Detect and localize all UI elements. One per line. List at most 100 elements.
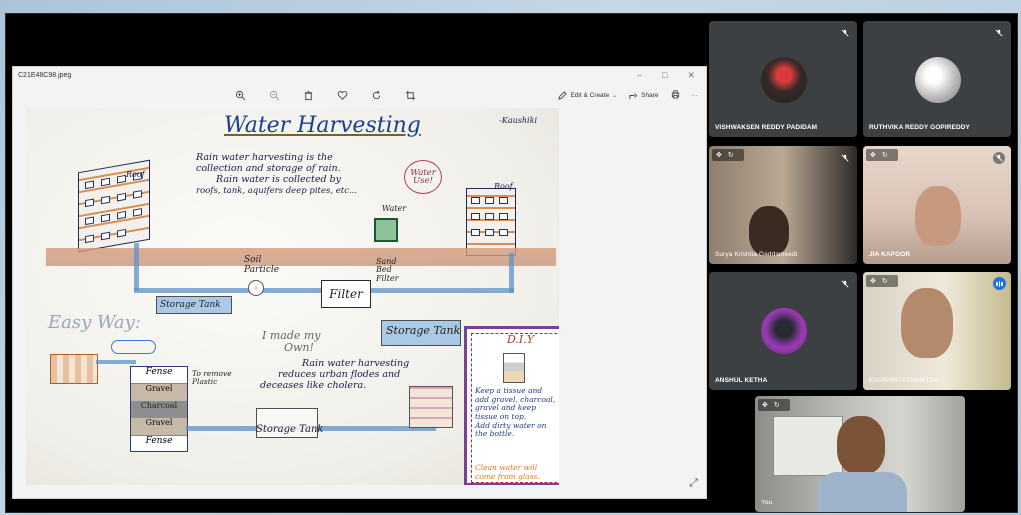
avatar <box>761 308 807 354</box>
roof-label-right: Roof <box>494 182 513 191</box>
whiteboard-background <box>773 416 843 476</box>
participant-face <box>901 288 953 358</box>
water-tank-drawing <box>374 218 398 242</box>
pipe-left-vertical <box>134 243 139 291</box>
favorite-icon[interactable] <box>335 88 349 102</box>
photo-viewer-window: C21E48C98.jpeg – □ ✕ Edit & Create ⌄ Sha… <box>12 66 707 499</box>
small-house-drawing <box>50 354 98 384</box>
meeting-stage: C21E48C98.jpeg – □ ✕ Edit & Create ⌄ Sha… <box>5 13 1018 513</box>
water-use-bubble: Water Use! <box>404 160 442 194</box>
pin-icon: ✥ <box>870 278 876 285</box>
pin-icon: ✥ <box>762 402 768 409</box>
clouds-drawing <box>111 340 156 354</box>
water-label: Water <box>382 204 407 213</box>
close-icon[interactable]: ✕ <box>687 70 695 81</box>
print-icon[interactable] <box>671 89 680 101</box>
building-right-drawing <box>466 188 516 256</box>
zoom-out-icon[interactable] <box>267 88 281 102</box>
refresh-icon: ↻ <box>773 402 780 409</box>
small-building-drawing <box>409 386 453 428</box>
participant-name: You <box>761 499 773 506</box>
diy-title: D.I.Y <box>507 333 535 346</box>
storage-tank-2-label: Storage Tank <box>386 324 461 337</box>
mic-off-icon <box>839 27 851 39</box>
minimize-icon[interactable]: – <box>637 70 642 81</box>
share-label: Share <box>641 91 659 99</box>
refresh-icon: ↻ <box>727 152 734 159</box>
share-button[interactable]: Share <box>629 91 659 100</box>
participant-name: JIA KAPOOR <box>869 251 911 258</box>
mic-off-icon <box>839 278 851 290</box>
storage-tank-1-label: Storage Tank <box>160 300 221 310</box>
diy-steps: Keep a tissue and add gravel, charcoal, … <box>475 386 556 439</box>
participant-name: Surya Krishna Gaddameedi <box>715 251 798 258</box>
refresh-icon: ↻ <box>881 278 888 285</box>
soil-particle-label: Soil Particle <box>244 255 280 275</box>
shirt <box>817 472 907 512</box>
rotate-icon[interactable] <box>369 88 383 102</box>
mic-off-icon <box>993 152 1005 164</box>
expand-icon[interactable]: ⤢ <box>689 477 698 490</box>
tile-controls[interactable]: ✥ ↻ <box>866 275 898 287</box>
participant-face <box>837 416 885 474</box>
pipe-lower <box>96 360 136 364</box>
zoom-in-icon[interactable] <box>233 88 247 102</box>
maximize-icon[interactable]: □ <box>662 70 667 81</box>
pipe-right-vertical <box>509 253 514 293</box>
roof-label-left: Roof <box>126 170 145 179</box>
tile-controls[interactable]: ✥ ↻ <box>712 149 744 161</box>
tile-controls[interactable]: ✥ ↻ <box>866 149 898 161</box>
made-own-text: I made my Own! <box>262 329 321 354</box>
avatar <box>915 57 961 103</box>
participant-tile[interactable]: ANSHUL KETHA <box>709 272 857 390</box>
pin-icon: ✥ <box>870 152 876 159</box>
chevron-down-icon: ⌄ <box>612 92 618 99</box>
diy-result: Clean water will come from glass. <box>475 463 540 481</box>
storage-tank-3-label: Storage Tank <box>256 424 324 435</box>
definition-text: Rain water harvesting is the collection … <box>196 152 358 196</box>
speaking-indicator-icon <box>993 277 1006 290</box>
bottle-drawing <box>503 353 525 383</box>
poster-title: Water Harvesting <box>224 113 421 138</box>
participant-name: RUTHVIKA REDDY GOPIREDDY <box>869 124 970 131</box>
participant-tile-self[interactable]: ✥ ↻ You <box>755 396 965 512</box>
sand-bed-filter-label: Sand Bed Filter <box>376 257 399 283</box>
benefit-text: Rain water harvesting reduces urban flod… <box>260 358 410 392</box>
participant-tile[interactable]: VISHWAKSEN REDDY PADIDAM <box>709 21 857 137</box>
participant-face <box>915 186 961 246</box>
more-options-icon[interactable]: ··· <box>692 92 699 99</box>
refresh-icon: ↻ <box>881 152 888 159</box>
fense-filter-drawing: Fense Gravel Charcoal Gravel Fense <box>130 366 188 452</box>
edit-icon <box>558 90 568 100</box>
file-name: C21E48C98.jpeg <box>18 72 72 79</box>
participant-name: KAUSHIKI PENMETSA <box>869 377 939 384</box>
viewer-toolbar: Edit & Create ⌄ Share ··· <box>13 84 706 106</box>
participant-name: ANSHUL KETHA <box>715 377 768 384</box>
crop-icon[interactable] <box>403 88 417 102</box>
participant-name: VISHWAKSEN REDDY PADIDAM <box>715 124 818 131</box>
mic-off-icon <box>993 27 1005 39</box>
window-controls: – □ ✕ <box>637 70 701 81</box>
filter-box: Filter <box>321 280 371 308</box>
delete-icon[interactable] <box>301 88 315 102</box>
participant-tile[interactable]: RUTHVIKA REDDY GOPIREDDY <box>863 21 1011 137</box>
avatar <box>761 57 807 103</box>
to-remove-plastic-label: To remove Plastic <box>192 369 232 386</box>
participant-face <box>749 206 789 256</box>
participant-tile[interactable]: ✥ ↻ JIA KAPOOR <box>863 146 1011 264</box>
participant-tile[interactable]: ✥ ↻ Surya Krishna Gaddameedi <box>709 146 857 264</box>
poster-author: -Kaushiki <box>499 116 537 125</box>
edit-create-button[interactable]: Edit & Create ⌄ <box>558 90 618 100</box>
tile-controls[interactable]: ✥ ↻ <box>758 399 790 411</box>
mic-off-icon <box>839 152 851 164</box>
soil-particle-drawing <box>248 280 264 296</box>
pin-icon: ✥ <box>716 152 722 159</box>
viewer-titlebar: C21E48C98.jpeg – □ ✕ <box>13 67 706 84</box>
share-icon <box>629 92 638 99</box>
easy-way-label: Easy Way: <box>48 312 141 333</box>
shared-poster-image: Water Harvesting -Kaushiki Roof Rain wat… <box>26 108 559 485</box>
participant-tile-active-speaker[interactable]: ✥ ↻ KAUSHIKI PENMETSA <box>863 272 1011 390</box>
diy-panel: D.I.Y Keep a tissue and add gravel, char… <box>464 326 559 485</box>
ground-strip <box>46 248 556 266</box>
edit-create-label: Edit & Create <box>570 91 610 99</box>
